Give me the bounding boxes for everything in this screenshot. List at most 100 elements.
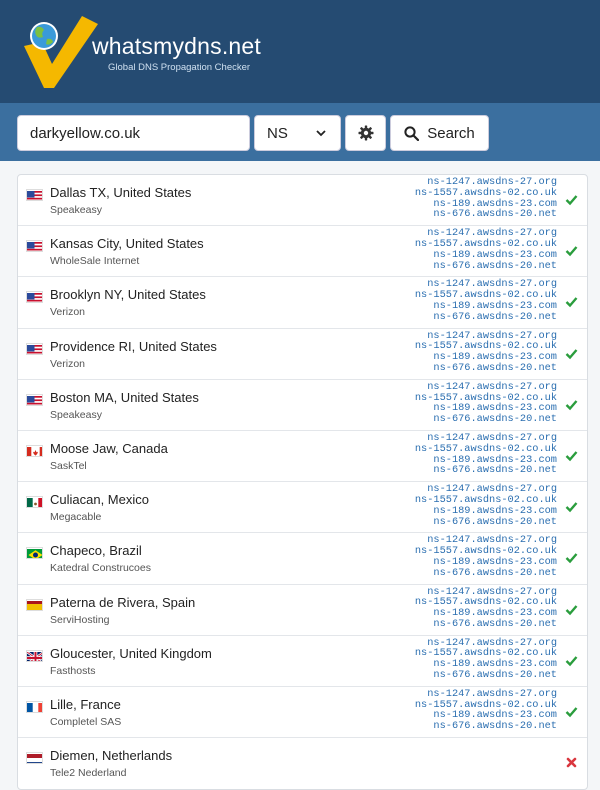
nameserver-value: ns-676.awsdns-20.net [433, 617, 557, 630]
location-name: Lille, France [50, 696, 121, 712]
brand-name[interactable]: whatsmydns.net [92, 33, 261, 60]
flag-us-icon [26, 189, 43, 201]
result-row[interactable]: Boston MA, United States Speakeasy ns-1247… [18, 380, 587, 431]
nameserver-value: ns-189.awsdns-23.com [433, 504, 557, 517]
check-icon [565, 398, 578, 411]
flag-us-icon [26, 393, 43, 406]
check-icon [565, 193, 578, 206]
provider-name: Verizon [50, 306, 86, 319]
location-name: Chapeco, Brazil [50, 543, 142, 559]
provider-name: Fasthosts [50, 664, 96, 677]
results-list: Dallas TX, United States Speakeasy ns-1247… [17, 174, 588, 790]
result-row[interactable]: Moose Jaw, Canada SaskTel ns-1247.awsdns-2… [18, 431, 587, 483]
flag-fr-icon [26, 700, 43, 713]
nameserver-list: ns-1247.awsdns-27.org ns-1557.awsdns-02.c… [415, 433, 557, 476]
check-icon [565, 347, 578, 360]
nameserver-value: ns-676.awsdns-20.net [433, 361, 557, 374]
result-row[interactable]: Culiacan, Mexico Megacable ns-1247.awsdns-… [18, 482, 587, 534]
nameserver-value: ns-676.awsdns-20.net [433, 464, 557, 477]
result-row[interactable]: Gloucester, United Kingdom Fasthosts ns-12… [18, 636, 587, 687]
search-icon [404, 125, 420, 141]
result-row[interactable]: Dallas TX, United States Speakeasy ns-1247… [18, 175, 587, 227]
provider-name: Verizon [50, 357, 86, 370]
result-row[interactable]: Paterna de Rivera, Spain ServiHosting ns-1… [18, 585, 587, 636]
provider-name: Tele2 Nederland [50, 767, 127, 780]
nameserver-value: ns-676.awsdns-20.net [433, 515, 557, 528]
result-row[interactable]: Kansas City, United States WholeSale Inte… [18, 226, 587, 278]
location-name: Boston MA, United States [50, 389, 199, 405]
check-icon [565, 551, 578, 564]
provider-name: SaskTel [50, 459, 87, 472]
search-label: Search [427, 124, 475, 142]
site-header: whatsmydns.net Global DNS Propagation Ch… [0, 0, 600, 103]
provider-name: Megacable [50, 511, 102, 524]
provider-name: Katedral Construcoes [50, 562, 151, 575]
nameserver-value: ns-676.awsdns-20.net [433, 208, 557, 221]
check-icon [565, 654, 578, 667]
nameserver-value: ns-1247.awsdns-27.org [427, 380, 557, 393]
flag-us-icon [26, 240, 43, 253]
nameserver-list: ns-1247.awsdns-27.org ns-1557.awsdns-02.c… [415, 279, 557, 322]
location-name: Gloucester, United Kingdom [50, 645, 212, 661]
nameserver-list: ns-1247.awsdns-27.org ns-1557.awsdns-02.c… [415, 380, 557, 426]
result-row[interactable]: Brooklyn NY, United States Verizon ns-1247… [18, 277, 587, 329]
check-icon [565, 295, 578, 308]
result-row[interactable]: Lille, France Completel SAS ns-1247.awsdns… [18, 687, 587, 739]
location-name: Culiacan, Mexico [50, 492, 149, 508]
provider-name: WholeSale Internet [50, 255, 140, 268]
flag-es-icon [26, 598, 43, 611]
nameserver-value: ns-676.awsdns-20.net [433, 669, 557, 682]
settings-button[interactable] [345, 115, 386, 151]
flag-mx-icon [26, 496, 43, 509]
nameserver-list: ns-1247.awsdns-27.org ns-1557.awsdns-02.c… [415, 228, 557, 271]
nameserver-value: ns-676.awsdns-20.net [433, 310, 557, 323]
check-icon [565, 705, 578, 718]
flag-nl-icon [26, 752, 43, 765]
nameserver-value: ns-676.awsdns-20.net [433, 259, 557, 272]
flag-gb-icon [26, 649, 43, 662]
flag-br-icon [26, 547, 43, 560]
location-name: Providence RI, United States [50, 338, 217, 354]
nameserver-list: ns-1247.awsdns-27.org ns-1557.awsdns-02.c… [415, 637, 557, 682]
nameserver-list: ns-1247.awsdns-27.org ns-1557.awsdns-02.c… [415, 586, 557, 630]
domain-input[interactable] [17, 115, 250, 151]
nameserver-value: ns-676.awsdns-20.net [433, 413, 557, 426]
nameserver-list: ns-1247.awsdns-27.org ns-1557.awsdns-02.c… [415, 484, 557, 527]
check-icon [565, 244, 578, 257]
check-icon [565, 500, 578, 513]
nameserver-list: ns-1247.awsdns-27.org ns-1557.awsdns-02.c… [415, 535, 557, 578]
checkmark-globe-logo[interactable] [18, 12, 100, 90]
result-row[interactable]: Diemen, Netherlands Tele2 Nederland [18, 738, 587, 789]
location-name: Diemen, Netherlands [50, 748, 173, 764]
nameserver-list: ns-1247.awsdns-27.org ns-1557.awsdns-02.c… [415, 689, 557, 732]
nameserver-value: ns-1557.awsdns-02.co.uk [414, 442, 557, 455]
brand-tagline: Global DNS Propagation Checker [108, 62, 251, 73]
location-name: Kansas City, United States [50, 236, 204, 252]
result-row[interactable]: Providence RI, United States Verizon ns-12… [18, 329, 587, 380]
provider-name: Completel SAS [50, 715, 122, 728]
flag-us-icon [26, 291, 43, 304]
nameserver-value: ns-676.awsdns-20.net [433, 720, 557, 733]
location-name: Brooklyn NY, United States [50, 287, 206, 303]
nameserver-value: ns-676.awsdns-20.net [433, 566, 557, 579]
location-name: Paterna de Rivera, Spain [50, 594, 196, 610]
result-row[interactable]: Chapeco, Brazil Katedral Construcoes ns-12… [18, 533, 587, 585]
flag-us-icon [26, 342, 43, 355]
gear-icon [358, 125, 373, 141]
location-name: Dallas TX, United States [50, 185, 192, 200]
brand: whatsmydns.net Global DNS Propagation Ch… [92, 33, 261, 73]
check-icon [565, 603, 578, 616]
check-icon [565, 449, 578, 462]
nameserver-list: ns-1247.awsdns-27.org ns-1557.awsdns-02.c… [415, 330, 557, 374]
provider-name: ServiHosting [50, 613, 110, 626]
provider-name: Speakeasy [50, 408, 102, 421]
record-type-select[interactable]: NS [254, 115, 341, 151]
record-type-value: NS [267, 124, 288, 142]
nameserver-list: ns-1247.awsdns-27.org ns-1557.awsdns-02.c… [415, 177, 557, 220]
nameserver-value: ns-1557.awsdns-02.co.uk [414, 186, 557, 199]
search-button[interactable]: Search [390, 115, 489, 151]
search-bar: NS Search [0, 103, 600, 161]
flag-ca-icon [26, 444, 43, 457]
cross-icon [565, 756, 578, 769]
chevron-down-icon [316, 130, 326, 137]
